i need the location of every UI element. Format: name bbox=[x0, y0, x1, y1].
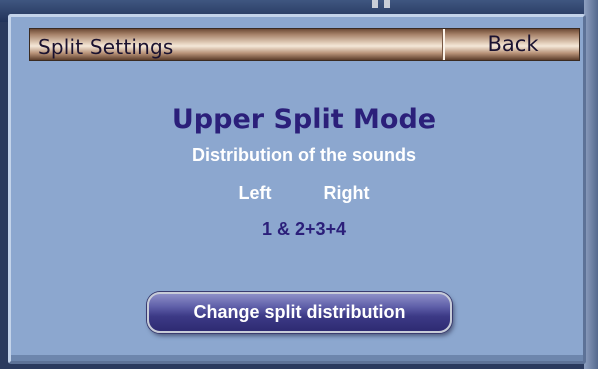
distribution-label: Distribution of the sounds bbox=[192, 145, 416, 165]
header-bar: Split Settings Back bbox=[29, 28, 580, 61]
split-mode-title: Upper Split Mode bbox=[171, 104, 437, 135]
page-title: Split Settings bbox=[38, 35, 174, 59]
right-label: Right bbox=[323, 183, 370, 203]
header-divider bbox=[442, 29, 445, 60]
split-settings-panel: Split Settings Back Upper Split Mode Dis… bbox=[8, 14, 586, 364]
split-mode-content: Upper Split Mode Distribution of the sou… bbox=[11, 103, 589, 241]
left-right-labels: Left Right bbox=[19, 181, 589, 205]
background-tick bbox=[384, 0, 390, 8]
left-label: Left bbox=[238, 183, 272, 203]
back-button[interactable]: Back bbox=[447, 29, 579, 60]
split-distribution-value: 1 & 2+3+4 bbox=[261, 219, 347, 239]
background-tick bbox=[372, 0, 378, 8]
panel-bottom-edge bbox=[11, 355, 583, 361]
change-split-distribution-button[interactable]: Change split distribution bbox=[147, 292, 452, 333]
